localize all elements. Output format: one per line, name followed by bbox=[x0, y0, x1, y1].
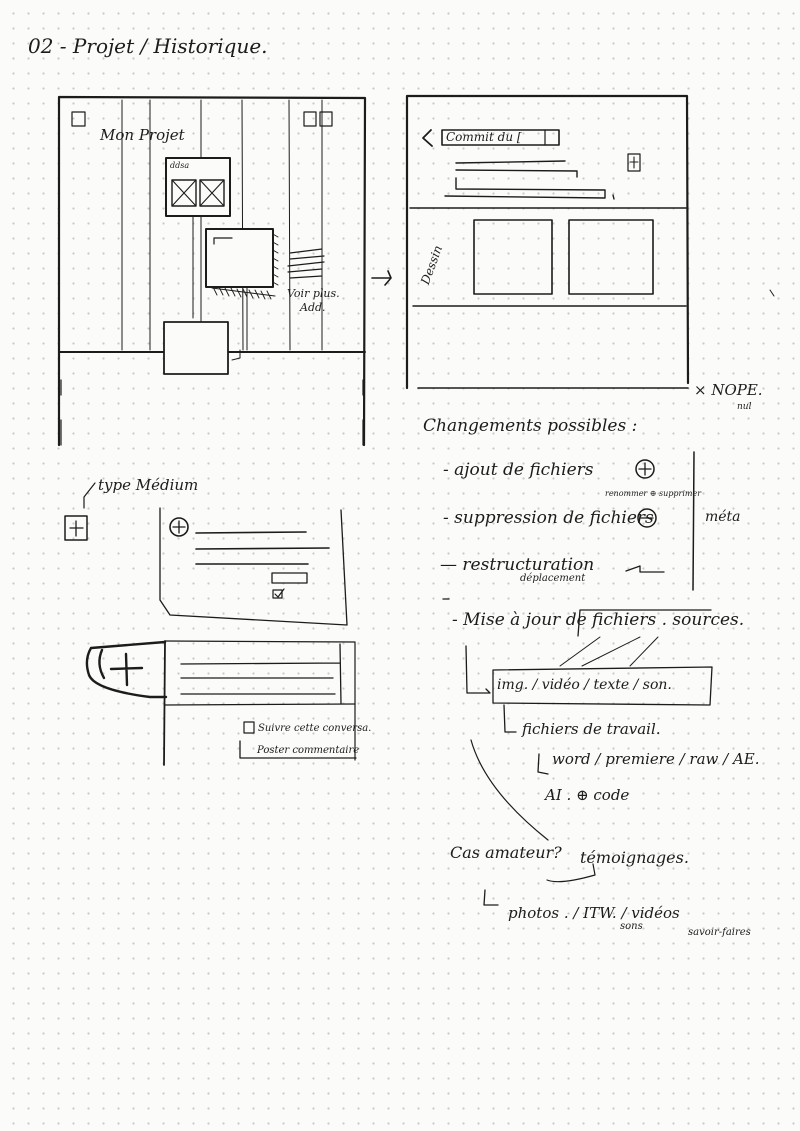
follow-label: Suivre cette conversa. bbox=[258, 723, 372, 734]
page-title: 02 - Projet / Historique. bbox=[28, 34, 268, 58]
submit-button-sketch bbox=[271, 572, 308, 584]
plus-large-icon bbox=[109, 652, 144, 687]
window-square-icon bbox=[71, 111, 86, 127]
meta-label: méta bbox=[705, 509, 741, 525]
note-delete-aside: renommer ⊕ supprimer bbox=[605, 489, 702, 498]
see-more-link: Voir plus. bbox=[287, 287, 340, 300]
nope-note: nul bbox=[737, 402, 752, 412]
layout-icon-left bbox=[303, 111, 317, 127]
notes-heading: Changements possibles : bbox=[423, 416, 638, 436]
note-restructure: — restructuration bbox=[440, 555, 595, 575]
note-restructure-aside: déplacement bbox=[520, 573, 586, 584]
post-comment-button: Poster commentaire bbox=[257, 745, 360, 756]
itw-aside: sons bbox=[620, 921, 643, 932]
image-preview-1 bbox=[473, 219, 553, 295]
note-update-sources: - Mise à jour de fichiers . sources. bbox=[452, 610, 745, 630]
ai-code: AI . ⊕ code bbox=[545, 786, 630, 804]
note-add-files: - ajout de fichiers bbox=[443, 460, 594, 480]
card-label: ddsa bbox=[170, 161, 190, 170]
move-arrow-icon bbox=[625, 565, 665, 573]
add-link: Add. bbox=[300, 301, 326, 314]
back-chevron-icon bbox=[422, 129, 433, 147]
work-files: fichiers de travail. bbox=[522, 720, 661, 738]
nope-label: × NOPE. bbox=[694, 381, 763, 399]
project-title: Mon Projet bbox=[100, 126, 185, 144]
savoir-faire-aside: savoir-faires bbox=[688, 927, 751, 938]
project-wireframe bbox=[57, 95, 367, 447]
evidence-list: photos . / ITW. / vidéos bbox=[508, 904, 680, 922]
arrow-right-icon bbox=[371, 270, 392, 286]
amateur-case: Cas amateur? bbox=[450, 843, 562, 862]
sketch-drawing bbox=[57, 94, 775, 906]
commit-title: Commit du [ bbox=[446, 130, 522, 144]
software-list: word / premiere / raw / AE. bbox=[552, 750, 760, 768]
follow-checkbox bbox=[243, 721, 255, 734]
empty-card bbox=[163, 321, 229, 375]
testimonials: témoignages. bbox=[580, 848, 689, 867]
note-delete-files: - suppression de fichiers bbox=[443, 508, 654, 528]
image-preview-2 bbox=[568, 219, 654, 295]
media-types: img. / vidéo / texte / son. bbox=[497, 677, 672, 693]
type-medium-label: type Médium bbox=[98, 476, 199, 494]
